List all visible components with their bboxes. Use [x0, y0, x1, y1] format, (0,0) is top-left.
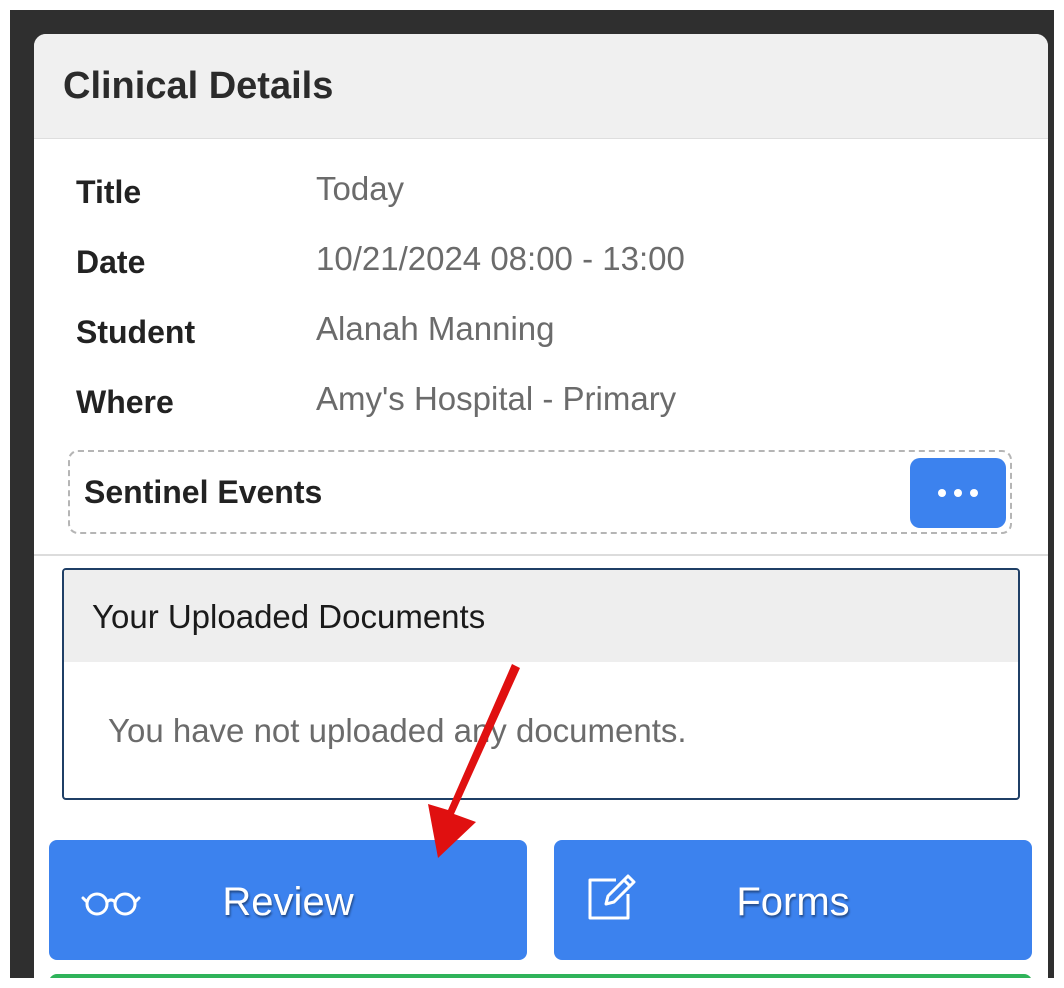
success-button-partial[interactable] [49, 974, 1032, 978]
uploaded-documents-empty-message: You have not uploaded any documents. [108, 712, 687, 749]
detail-label: Date [76, 244, 146, 280]
detail-value: Amy's Hospital - Primary [316, 380, 677, 417]
device-frame: Clinical Details Title Today Date 10/21/… [10, 10, 1054, 978]
review-button-label: Review [222, 880, 354, 924]
forms-button-label: Forms [736, 880, 850, 924]
detail-row-where: Where Amy's Hospital - Primary [76, 380, 1016, 434]
detail-label: Where [76, 384, 174, 420]
detail-value: Today [316, 170, 405, 207]
detail-row-date: Date 10/21/2024 08:00 - 13:00 [76, 240, 1016, 294]
uploaded-documents-title: Your Uploaded Documents [92, 598, 486, 635]
section-divider [34, 554, 1048, 556]
detail-label: Student [76, 314, 196, 350]
more-horizontal-icon [938, 489, 978, 497]
detail-row-student: Student Alanah Manning [76, 310, 1016, 364]
sentinel-events-label: Sentinel Events [84, 474, 323, 510]
detail-value: 10/21/2024 08:00 - 13:00 [316, 240, 685, 277]
page-title: Clinical Details [63, 65, 334, 107]
forms-button[interactable]: Forms [554, 840, 1032, 960]
uploaded-documents-panel: Your Uploaded Documents You have not upl… [62, 568, 1020, 800]
detail-label: Title [76, 174, 142, 210]
review-button[interactable]: Review [49, 840, 527, 960]
sentinel-events-section: Sentinel Events [68, 450, 1012, 534]
card-header: Clinical Details [34, 34, 1048, 139]
detail-value: Alanah Manning [316, 310, 555, 347]
sentinel-more-button[interactable] [910, 458, 1006, 528]
uploaded-documents-header: Your Uploaded Documents [64, 570, 1018, 662]
clinical-details-card: Clinical Details Title Today Date 10/21/… [34, 34, 1048, 978]
detail-row-title: Title Today [76, 170, 1016, 224]
